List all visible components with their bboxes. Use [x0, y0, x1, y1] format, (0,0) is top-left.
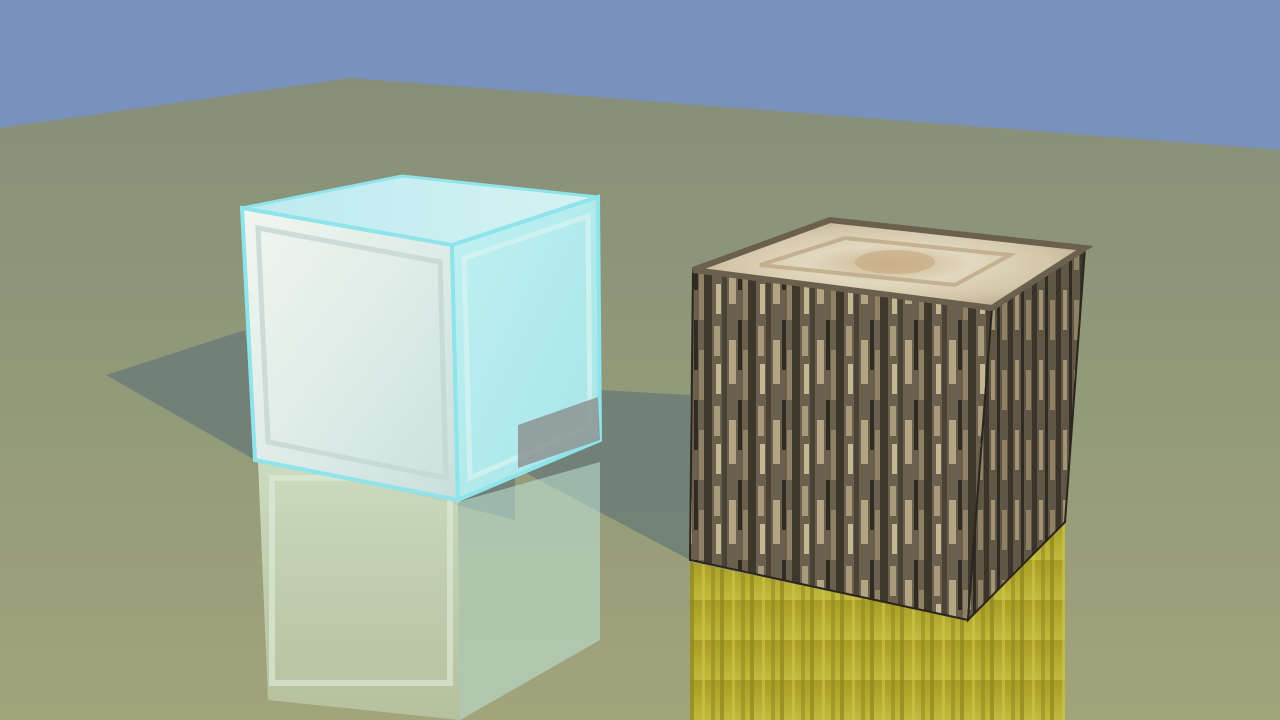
wood-block-top-core [855, 250, 935, 274]
game-viewport[interactable] [0, 0, 1280, 720]
wood-log-block[interactable] [688, 216, 1094, 623]
wood-block-front [688, 268, 994, 622]
glass-block[interactable] [239, 174, 603, 503]
